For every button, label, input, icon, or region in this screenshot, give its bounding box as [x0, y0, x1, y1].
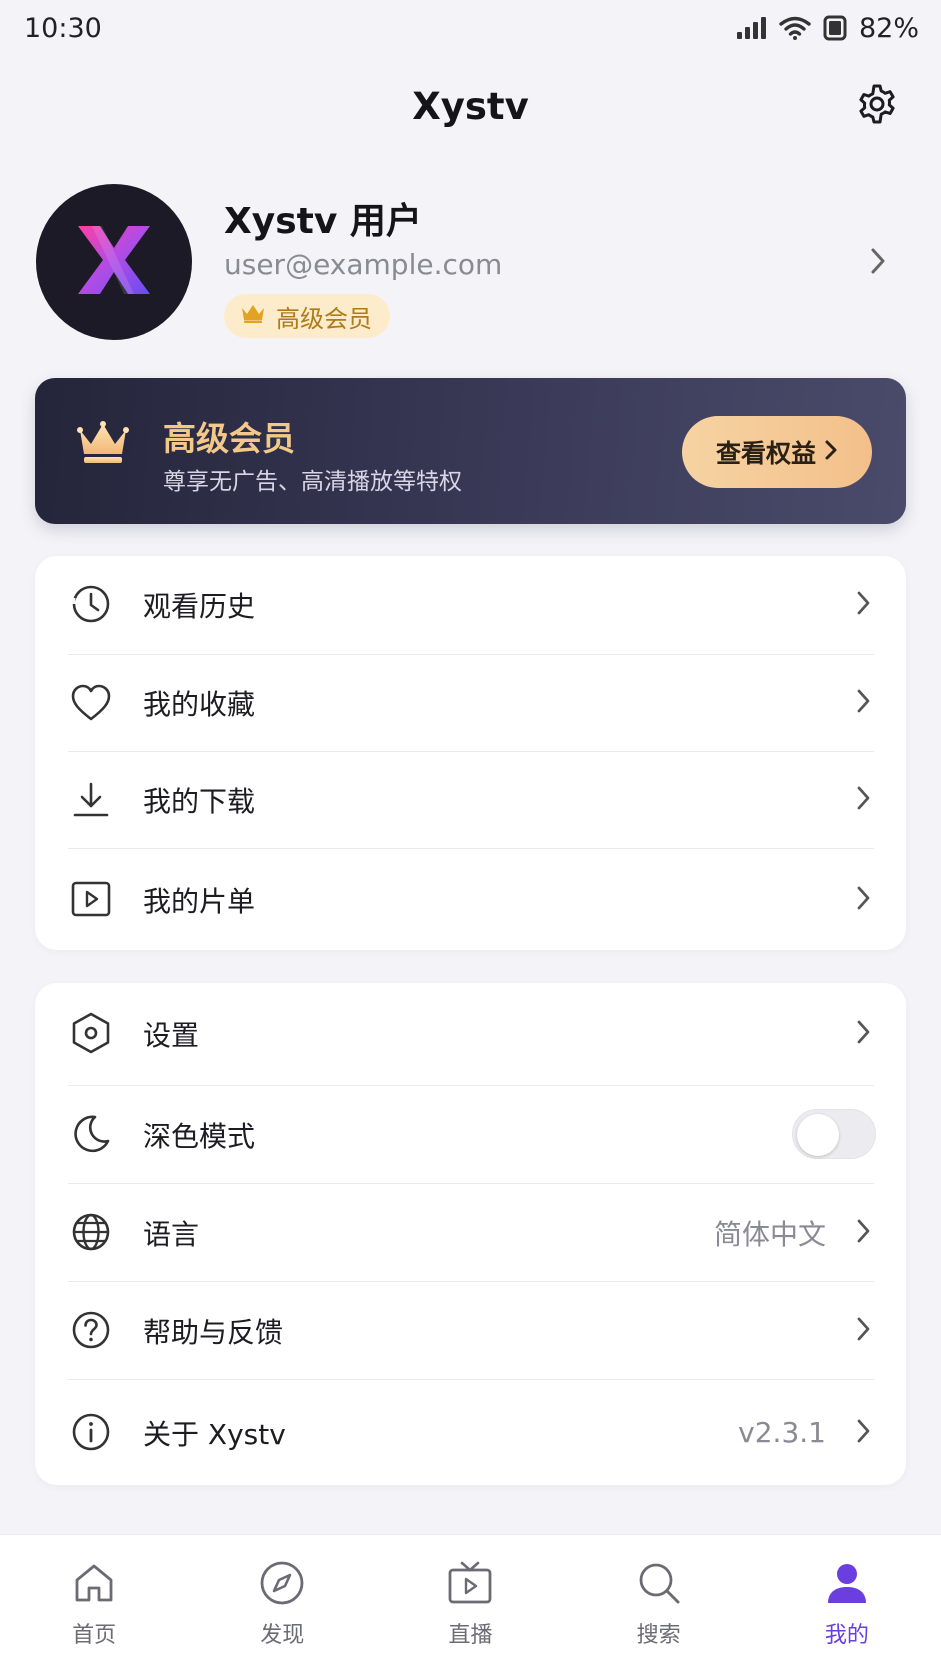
- moon-icon: [69, 1112, 113, 1156]
- search-icon: [635, 1559, 683, 1607]
- tab-profile[interactable]: 我的: [753, 1535, 941, 1672]
- tab-home[interactable]: 首页: [0, 1535, 188, 1672]
- menu-item-help[interactable]: 帮助与反馈: [35, 1282, 906, 1379]
- menu-item-label: 关于 Xystv: [143, 1417, 286, 1451]
- vip-title: 高级会员: [163, 419, 295, 458]
- status-time: 10:30: [24, 12, 102, 44]
- home-icon: [70, 1559, 118, 1607]
- menu-item-downloads[interactable]: 我的下载: [35, 752, 906, 848]
- menu-item-label: 观看历史: [143, 589, 256, 623]
- tv-icon: [446, 1559, 494, 1607]
- battery-percent: 82%: [858, 12, 919, 44]
- page-title: Xystv: [412, 84, 529, 128]
- status-icons: 82%: [735, 13, 919, 44]
- menu-item-playlists[interactable]: 我的片单: [35, 849, 906, 950]
- globe-icon: [69, 1210, 113, 1254]
- menu-item-dark-mode: 深色模式: [35, 1086, 906, 1183]
- menu-item-label: 设置: [143, 1018, 200, 1052]
- chevron-right-icon: [854, 1217, 872, 1249]
- version-value: v2.3.1: [738, 1416, 826, 1449]
- clock-icon: [69, 582, 113, 626]
- playlist-icon: [69, 877, 113, 921]
- vip-badge-label: 高级会员: [276, 304, 372, 333]
- gear-icon: [856, 83, 898, 129]
- menu-item-label: 我的收藏: [143, 688, 256, 721]
- tab-label: 搜索: [636, 1623, 681, 1648]
- tab-live[interactable]: 直播: [376, 1535, 564, 1672]
- chevron-right-icon: [854, 687, 872, 719]
- menu-item-label: 我的下载: [143, 785, 256, 818]
- menu-card-primary: 观看历史 我的收藏 我的下载 我的片单: [35, 556, 906, 950]
- menu-item-label: 深色模式: [143, 1119, 256, 1153]
- view-benefits-button[interactable]: 查看权益: [682, 416, 872, 488]
- language-value: 简体中文: [713, 1217, 826, 1251]
- menu-item-favorites[interactable]: 我的收藏: [35, 655, 906, 751]
- chevron-right-icon: [854, 589, 872, 621]
- bottom-tab-bar: 首页 发现 直播 搜索 我的: [0, 1534, 941, 1672]
- profile-section[interactable]: Xystv 用户 user@example.com 高级会员: [36, 184, 906, 340]
- settings-button[interactable]: [853, 82, 901, 130]
- vip-subtitle: 尊享无广告、高清播放等特权: [163, 469, 462, 495]
- crown-icon: [240, 302, 266, 330]
- tab-label: 首页: [72, 1623, 117, 1648]
- chevron-right-icon: [854, 884, 872, 916]
- user-icon: [823, 1559, 871, 1607]
- menu-item-settings[interactable]: 设置: [35, 983, 906, 1084]
- menu-item-label: 语言: [143, 1217, 200, 1251]
- view-benefits-label: 查看权益: [715, 439, 816, 468]
- status-bar: 10:30 82%: [0, 0, 941, 56]
- chevron-right-icon: [854, 1315, 872, 1347]
- tab-label: 发现: [260, 1623, 305, 1648]
- signal-icon: [735, 16, 767, 40]
- chevron-right-icon: [854, 784, 872, 816]
- tab-label: 直播: [448, 1623, 493, 1648]
- vip-badge: 高级会员: [224, 294, 390, 338]
- crown-icon: [77, 420, 129, 470]
- info-icon: [69, 1410, 113, 1454]
- tab-label: 我的: [824, 1623, 869, 1648]
- profile-email: user@example.com: [224, 248, 503, 281]
- vip-banner[interactable]: 高级会员 尊享无广告、高清播放等特权 查看权益: [35, 378, 906, 524]
- profile-name: Xystv 用户: [224, 201, 422, 242]
- tab-search[interactable]: 搜索: [565, 1535, 753, 1672]
- menu-item-label: 我的片单: [143, 884, 256, 918]
- chevron-right-icon: [824, 438, 838, 467]
- help-icon: [69, 1308, 113, 1352]
- app-bar: Xystv: [0, 66, 941, 146]
- battery-icon: [823, 15, 847, 41]
- menu-item-about[interactable]: 关于 Xystv v2.3.1: [35, 1380, 906, 1485]
- chevron-right-icon: [868, 246, 888, 280]
- dark-mode-toggle[interactable]: [792, 1109, 876, 1159]
- toggle-knob: [797, 1114, 839, 1156]
- app-logo-icon: [72, 218, 156, 306]
- menu-item-history[interactable]: 观看历史: [35, 556, 906, 653]
- chevron-right-icon: [854, 1018, 872, 1050]
- chevron-right-icon: [854, 1417, 872, 1449]
- hexagon-settings-icon: [69, 1011, 113, 1055]
- menu-item-language[interactable]: 语言 简体中文: [35, 1184, 906, 1281]
- avatar: [36, 184, 192, 340]
- heart-icon: [69, 681, 113, 725]
- wifi-icon: [779, 16, 811, 40]
- menu-item-label: 帮助与反馈: [143, 1315, 284, 1349]
- download-icon: [69, 778, 113, 822]
- menu-card-settings: 设置 深色模式 语言 简体中文 帮助与反馈 关于 Xystv v2.3.1: [35, 983, 906, 1485]
- tab-discover[interactable]: 发现: [188, 1535, 376, 1672]
- compass-icon: [258, 1559, 306, 1607]
